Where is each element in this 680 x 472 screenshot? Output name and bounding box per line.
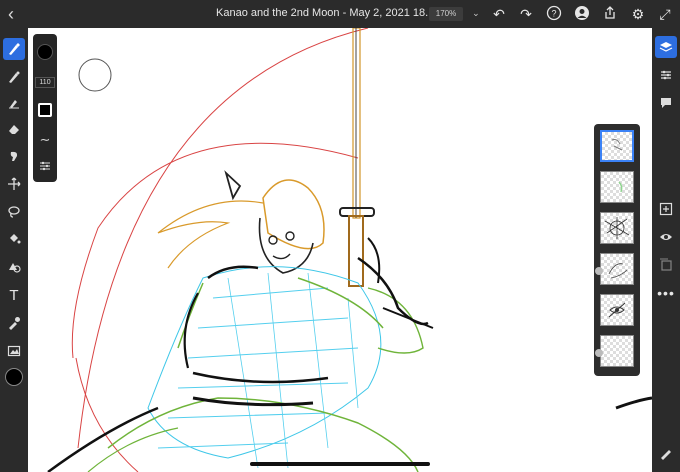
layers-icon[interactable]	[655, 36, 677, 58]
redo-icon[interactable]: ↷	[517, 5, 535, 23]
layer-thumbnail[interactable]	[600, 130, 634, 162]
merge-layer-icon[interactable]	[655, 254, 677, 276]
edit-pencil-icon[interactable]	[655, 442, 677, 464]
brush-settings-icon[interactable]	[36, 158, 54, 174]
fill-icon[interactable]	[3, 228, 25, 250]
add-layer-icon[interactable]	[655, 198, 677, 220]
vector-brush-icon[interactable]	[3, 92, 25, 114]
svg-text:?: ?	[551, 9, 556, 19]
move-icon[interactable]	[3, 173, 25, 195]
layer-group-indicator	[595, 267, 603, 275]
layer-thumbnail[interactable]	[600, 171, 634, 203]
text-tool-icon[interactable]: T	[3, 284, 25, 306]
right-toolbar: •••	[652, 28, 680, 472]
brush-size-text: 110	[35, 76, 55, 88]
more-options-icon[interactable]: •••	[655, 282, 677, 304]
chevron-left-icon[interactable]: ‹	[8, 4, 14, 25]
shape-icon[interactable]	[3, 256, 25, 278]
brush-size-value[interactable]: 110	[35, 74, 55, 90]
image-icon[interactable]	[3, 340, 25, 362]
layer-thumbnail[interactable]	[600, 335, 634, 367]
drawing-canvas[interactable]	[28, 28, 652, 472]
document-title-text: Kanao and the 2nd Moon - May 2, 2021 18.…	[216, 7, 464, 19]
live-brush-icon[interactable]	[3, 66, 25, 88]
gear-icon[interactable]: ⚙	[629, 5, 647, 23]
left-toolbar: T	[0, 28, 28, 472]
user-icon[interactable]	[573, 5, 591, 23]
fullscreen-icon[interactable]: ⤢	[656, 5, 674, 23]
lasso-icon[interactable]	[3, 201, 25, 223]
brush-opacity-swatch[interactable]	[36, 101, 54, 119]
layer-thumbnail[interactable]	[600, 253, 634, 285]
properties-icon[interactable]	[655, 64, 677, 86]
pixel-brush-icon[interactable]	[3, 38, 25, 60]
visibility-icon[interactable]	[655, 226, 677, 248]
smudge-icon[interactable]	[3, 145, 25, 167]
top-bar: ‹ Kanao and the 2nd Moon - May 2, 2021 1…	[0, 0, 680, 28]
home-indicator	[250, 462, 430, 466]
brush-size-preview[interactable]	[36, 43, 54, 61]
layer-thumbnail[interactable]	[600, 212, 634, 244]
layer-thumbnail[interactable]	[600, 294, 634, 326]
layer-group-indicator	[595, 349, 603, 357]
color-swatch[interactable]	[3, 366, 25, 388]
eyedropper-icon[interactable]	[3, 312, 25, 334]
brush-panel: 110 ∼	[33, 34, 57, 182]
eraser-icon[interactable]	[3, 118, 25, 140]
share-icon[interactable]	[601, 5, 619, 23]
layers-panel	[594, 124, 640, 376]
zoom-level[interactable]: 170%	[429, 7, 463, 21]
help-icon[interactable]: ?	[545, 5, 563, 23]
undo-icon[interactable]: ↶	[490, 5, 508, 23]
brush-stroke-icon[interactable]: ∼	[36, 132, 54, 148]
artwork	[47, 28, 652, 472]
chevron-down-icon[interactable]: ⌄	[472, 8, 480, 18]
comment-icon[interactable]	[655, 92, 677, 114]
